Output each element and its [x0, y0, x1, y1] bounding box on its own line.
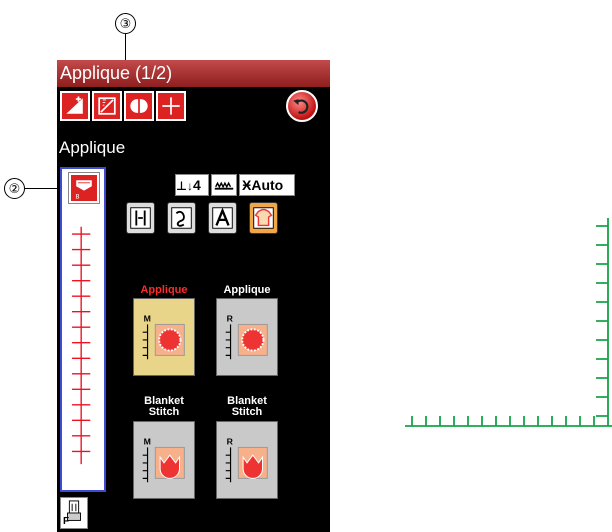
stitch-preview	[405, 218, 612, 427]
